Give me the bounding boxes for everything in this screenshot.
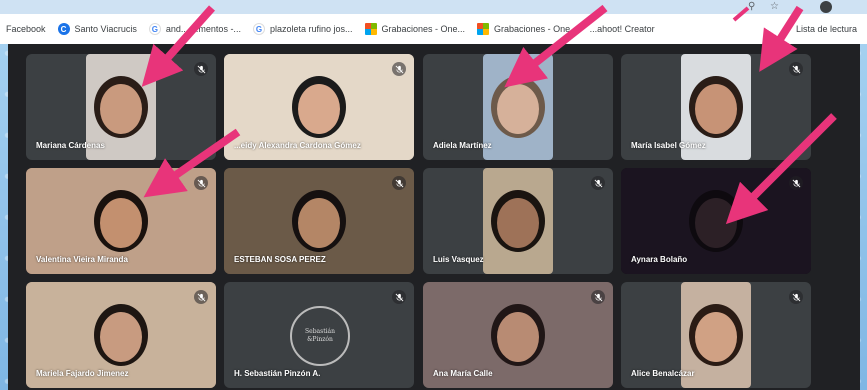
mic-off-icon	[591, 290, 605, 304]
mic-off-icon	[392, 290, 406, 304]
mic-off-icon	[392, 62, 406, 76]
google-icon: G	[148, 23, 161, 35]
participant-logo: Sebastián &Pinzón	[290, 306, 350, 366]
participant-tile[interactable]: Adiela Martínez	[423, 54, 613, 160]
participant-tile[interactable]: María Isabel Gómez	[621, 54, 811, 160]
participant-face	[298, 84, 340, 134]
bookmarks-bar: Facebook C Santo Viacrucis G and... ...m…	[0, 14, 867, 44]
participant-face	[497, 198, 539, 248]
participant-tile[interactable]: ...eidy Alexandra Cardona Gómez	[224, 54, 414, 160]
participant-name: H. Sebastián Pinzón A.	[234, 369, 321, 378]
participant-name: ESTEBAN SOSA PEREZ	[234, 255, 326, 264]
participant-name: Aynara Bolaño	[631, 255, 688, 264]
bookmark-label: Grabaciones - One...	[381, 24, 466, 34]
microsoft-icon	[477, 23, 490, 35]
bookmark-label: Santo Viacrucis	[74, 24, 137, 34]
bookmark-label: Grabaciones - One...	[494, 24, 578, 34]
bookmark-santo-viacrucis[interactable]: C Santo Viacrucis	[57, 23, 137, 35]
mic-off-icon	[392, 176, 406, 190]
participant-tile[interactable]: Alice Benalcázar	[621, 282, 811, 388]
participant-face	[695, 198, 737, 248]
microsoft-icon	[364, 23, 377, 35]
participant-name: Ana María Calle	[433, 369, 493, 378]
bookmark-label: ...ahoot! Creator	[589, 24, 655, 34]
mic-off-icon	[194, 290, 208, 304]
participant-tile[interactable]: Mariana Cárdenas	[26, 54, 216, 160]
reading-list-label: Lista de lectura	[795, 24, 857, 34]
participant-tile[interactable]: Ana María Calle	[423, 282, 613, 388]
participant-name: ...eidy Alexandra Cardona Gómez	[234, 141, 361, 150]
star-icon[interactable]: ☆	[770, 1, 782, 13]
participant-name: Adiela Martínez	[433, 141, 492, 150]
google-icon: G	[252, 23, 265, 35]
bookmark-label: plazoleta rufino jos...	[269, 24, 353, 34]
participant-name: Mariela Fajardo Jimenez	[36, 369, 129, 378]
meet-grid: Mariana Cárdenas ...eidy Alexandra Cardon…	[8, 44, 860, 390]
reading-list[interactable]: Lista de lectura	[796, 14, 857, 44]
participant-name: Luis Vasquez	[433, 255, 484, 264]
participant-face	[100, 312, 142, 362]
participant-name: Mariana Cárdenas	[36, 141, 105, 150]
participant-face	[100, 198, 142, 248]
browser-tab-strip: ⚲ ☆	[0, 0, 867, 14]
logo-text: &Pinzón	[307, 336, 333, 343]
mic-off-icon	[789, 176, 803, 190]
bookmark-plazoleta[interactable]: G plazoleta rufino jos...	[252, 23, 353, 35]
search-icon[interactable]: ⚲	[748, 1, 760, 13]
participant-tile[interactable]: Aynara Bolaño	[621, 168, 811, 274]
participant-face	[100, 84, 142, 134]
bookmark-grabaciones-1[interactable]: Grabaciones - One...	[364, 23, 466, 35]
participant-face	[695, 312, 737, 362]
participant-name: María Isabel Gómez	[631, 141, 706, 150]
bookmark-facebook[interactable]: Facebook	[6, 24, 46, 34]
participant-name: Alice Benalcázar	[631, 369, 695, 378]
participant-tile[interactable]: Valentina Vieira Miranda	[26, 168, 216, 274]
mic-off-icon	[591, 176, 605, 190]
mic-off-icon	[789, 62, 803, 76]
bookmark-google-1[interactable]: G and... ...mentos -...	[148, 23, 241, 35]
bookmark-label: and... ...mentos -...	[165, 24, 241, 34]
chrome-icon: C	[57, 23, 70, 35]
participant-tile[interactable]: Mariela Fajardo Jimenez	[26, 282, 216, 388]
logo-text: Sebastián	[305, 328, 335, 335]
mic-off-icon	[194, 176, 208, 190]
bookmark-label: Facebook	[6, 24, 46, 34]
participant-tile[interactable]: Luis Vasquez	[423, 168, 613, 274]
participant-face	[695, 84, 737, 134]
participant-tile[interactable]: ESTEBAN SOSA PEREZ	[224, 168, 414, 274]
profile-avatar[interactable]	[820, 1, 832, 13]
participant-face	[497, 84, 539, 134]
mic-off-icon	[194, 62, 208, 76]
participant-name: Valentina Vieira Miranda	[36, 255, 128, 264]
participant-tile[interactable]: Sebastián &Pinzón H. Sebastián Pinzón A.	[224, 282, 414, 388]
bookmark-kahoot[interactable]: ...ahoot! Creator	[590, 24, 655, 34]
mic-off-icon	[789, 290, 803, 304]
participant-face	[497, 312, 539, 362]
bookmark-grabaciones-2[interactable]: Grabaciones - One...	[477, 23, 578, 35]
participant-face	[298, 198, 340, 248]
